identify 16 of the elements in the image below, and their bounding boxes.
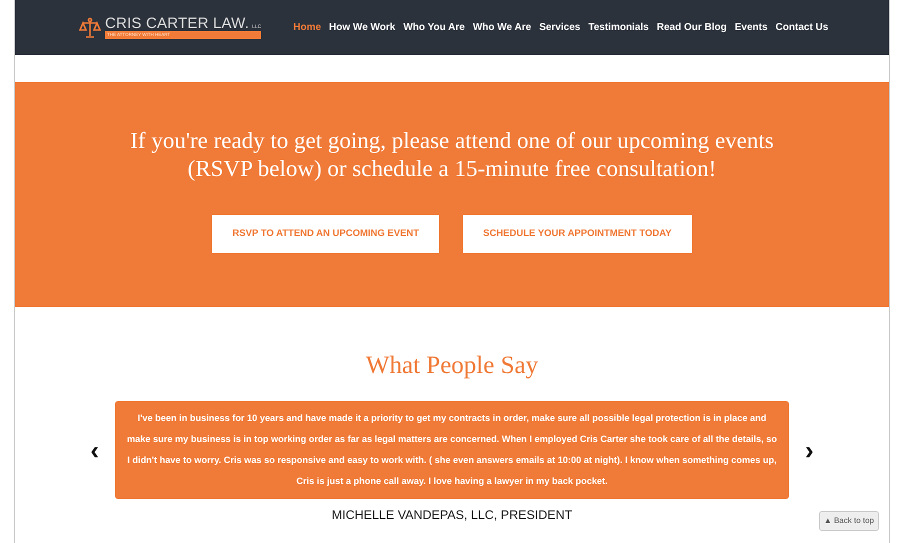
scales-icon	[79, 16, 101, 38]
testimonial-author: MICHELLE VANDEPAS, LLC, PRESIDENT	[332, 507, 572, 524]
cta-heading: If you're ready to get going, please attend one of our upcoming events (RSVP below) or schedule a 15-minute free consultation!	[129, 127, 775, 183]
nav-link[interactable]: Home	[293, 20, 322, 35]
back-to-top-button[interactable]: ▲ Back to top	[818, 511, 879, 531]
nav-link[interactable]: Testimonials	[588, 20, 649, 35]
nav-link[interactable]: Who We Are	[472, 20, 532, 35]
nav-link[interactable]: Who You Are	[403, 20, 465, 35]
nav-link[interactable]: Read Our Blog	[656, 20, 727, 35]
logo-text[interactable]: CRIS CARTER LAW.	[105, 16, 250, 32]
nav-link[interactable]: Contact Us	[776, 20, 828, 35]
nav-link[interactable]: How We Work	[329, 20, 396, 35]
nav-link[interactable]: Services	[539, 20, 580, 35]
section-title: What People Say	[364, 351, 540, 381]
testimonial-quote: I've been in business for 10 years and have made it a priority to get my contracts in order, make sure all possible legal protection is in place and make sure my business is in top working order as far as legal matters are concerned. When I employed Cris Carter she took care of all the details, so I didn't have to worry. Cris was so responsive and easy to work with. ( she even answers emails at 10:00 at night). I know when something comes up, Cris is just a phone call away. I love having a lawyer in my back pocket.	[115, 401, 789, 499]
nav-link[interactable]: Events	[734, 20, 768, 35]
